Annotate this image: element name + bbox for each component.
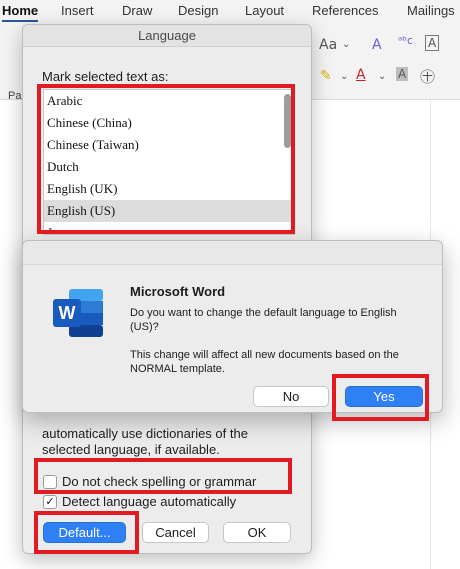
text-effects-icon[interactable]: ᵃᵇc: [398, 34, 413, 47]
alert-message: Do you want to change the default langua…: [130, 307, 397, 333]
svg-text:W: W: [59, 303, 76, 323]
change-case-icon[interactable]: Aa: [319, 37, 337, 53]
highlight-language-list: [37, 84, 295, 234]
font-color-icon[interactable]: A: [356, 67, 366, 83]
dialog-title: Language: [23, 25, 311, 47]
chevron-down-icon[interactable]: ⌄: [342, 39, 350, 50]
alert-titlebar: [23, 241, 442, 265]
tab-insert[interactable]: Insert: [61, 3, 94, 18]
highlighter-icon[interactable]: ✎: [320, 68, 332, 84]
tab-design[interactable]: Design: [178, 3, 218, 18]
mark-selected-label: Mark selected text as:: [42, 69, 169, 84]
alert-note: This change will affect all new document…: [130, 349, 399, 375]
tab-draw[interactable]: Draw: [122, 3, 152, 18]
chevron-down-icon[interactable]: ⌄: [340, 71, 348, 82]
highlight-yes-button: [332, 374, 429, 421]
ok-button[interactable]: OK: [223, 522, 291, 543]
clear-formatting-icon[interactable]: A: [372, 37, 382, 53]
detect-language-row[interactable]: ✓ Detect language automatically: [43, 494, 236, 509]
ribbon-tab-bar: Home Insert Draw Design Layout Reference…: [0, 0, 460, 22]
highlight-default-button: [34, 511, 139, 554]
detect-language-label[interactable]: Detect language automatically: [62, 494, 236, 509]
alert-title: Microsoft Word: [130, 284, 226, 299]
tab-mailings[interactable]: Mailings: [407, 3, 455, 18]
tab-references[interactable]: References: [312, 3, 378, 18]
detect-language-checkbox[interactable]: ✓: [43, 494, 57, 509]
highlight-no-check-option: [34, 458, 292, 494]
auto-dictionary-text: automatically use dictionaries of the se…: [42, 426, 248, 457]
enclose-characters-icon[interactable]: ㊉: [420, 66, 435, 87]
character-shading-icon[interactable]: A: [396, 67, 409, 81]
character-border-icon[interactable]: A: [425, 35, 440, 51]
chevron-down-icon[interactable]: ⌄: [378, 71, 386, 82]
no-button[interactable]: No: [253, 386, 329, 407]
cancel-button[interactable]: Cancel: [142, 522, 209, 543]
word-app-icon: W: [53, 289, 103, 337]
tab-layout[interactable]: Layout: [245, 3, 284, 18]
tab-home[interactable]: Home: [2, 3, 39, 22]
